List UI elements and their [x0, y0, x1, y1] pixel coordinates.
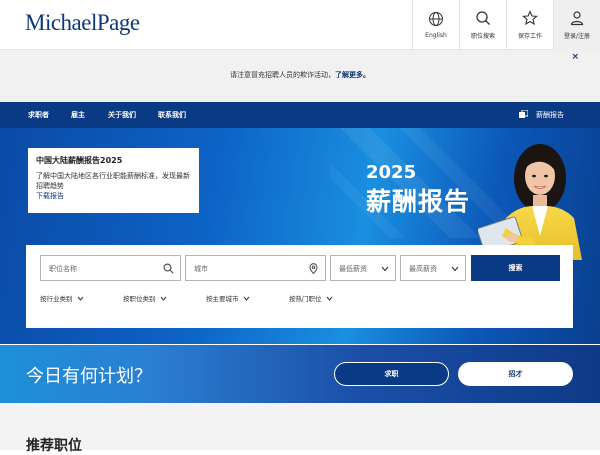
filter-by-industry-label: 按行业类别 [40, 295, 73, 303]
nav-item-contact-us[interactable]: 联系我们 [158, 110, 186, 120]
min-salary-select[interactable]: 最低薪资 [330, 255, 396, 281]
find-job-button[interactable]: 求职 [334, 362, 449, 386]
nav-item-about-us[interactable]: 关于我们 [108, 110, 136, 120]
city-placeholder: 城市 [194, 265, 208, 273]
login-register-label: 登录/注册 [563, 33, 591, 40]
globe-icon [429, 12, 443, 26]
job-search-button[interactable]: 职位搜索 [459, 0, 506, 50]
nav-item-job-seekers[interactable]: 求职者 [28, 110, 49, 120]
fraud-notice-banner: 请注意冒充招聘人员的欺诈活动，了解更多。 [0, 50, 600, 102]
logo-text-michael: Michael [25, 10, 97, 35]
star-icon [522, 10, 538, 26]
location-pin-icon [309, 263, 318, 274]
language-label: English [425, 32, 447, 39]
logo-text-page: Page [96, 10, 140, 35]
filter-by-city-label: 按主要城市 [206, 295, 239, 303]
hero-year: 2025 [366, 162, 417, 183]
hero-title: 薪酬报告 [366, 187, 471, 216]
notice-text: 请注意冒充招聘人员的欺诈活动，了解更多。 [0, 70, 600, 80]
chevron-down-icon [160, 296, 166, 301]
filter-by-function-label: 按职位类别 [123, 295, 156, 303]
download-report-link[interactable]: 下载报告 [36, 191, 191, 201]
saved-jobs-label: 保存工作 [517, 33, 542, 40]
michael-page-logo[interactable]: MichaelPage [25, 10, 140, 36]
max-salary-select[interactable]: 最高薪资 [400, 255, 466, 281]
businesswoman-image [478, 144, 582, 260]
max-salary-label: 最高薪资 [409, 265, 437, 273]
filter-by-city[interactable]: 按主要城市 [206, 293, 250, 303]
chevron-down-icon [451, 266, 459, 272]
search-icon [163, 263, 174, 274]
hero-banner: 中国大陆薪酬报告2025 了解中国大陆地区各行业职能薪酬标准，发现最新招聘趋势 … [0, 128, 600, 344]
salary-report-card-title: 中国大陆薪酬报告2025 [36, 156, 123, 165]
plans-banner: 今日有何计划？ 求职 招才 [0, 345, 600, 403]
chevron-down-icon [381, 266, 389, 272]
chevron-down-icon [243, 296, 249, 301]
job-title-placeholder: 职位名称 [49, 265, 77, 273]
search-icon [476, 11, 490, 25]
filter-by-function[interactable]: 按职位类别 [123, 293, 167, 303]
language-button[interactable]: English [412, 0, 459, 50]
nav-item-employers[interactable]: 雇主 [71, 110, 85, 120]
job-title-input[interactable]: 职位名称 [40, 255, 181, 281]
recommended-jobs-section: 推荐职位 [0, 403, 600, 454]
filter-by-popular-job-label: 按热门职位 [289, 295, 322, 303]
chevron-down-icon [77, 296, 83, 301]
filter-by-industry[interactable]: 按行业类别 [40, 293, 84, 303]
job-search-label: 职位搜索 [470, 33, 495, 40]
hire-talent-button[interactable]: 招才 [458, 362, 573, 386]
chevron-down-icon [326, 296, 332, 301]
city-input[interactable]: 城市 [185, 255, 326, 281]
salary-report-card-description: 了解中国大陆地区各行业职能薪酬标准，发现最新招聘趋势 [36, 172, 190, 190]
search-button[interactable]: 搜索 [471, 255, 560, 281]
salary-report-link[interactable]: 薪酬报告 [536, 110, 564, 120]
plans-title: 今日有何计划？ [26, 366, 152, 387]
main-nav: 求职者 雇主 关于我们 联系我们 薪酬报告 [0, 102, 600, 128]
job-search-panel: 职位名称 城市 最低薪资 最高薪资 搜索 按行业类别 按职位类别 按主要城市 按… [26, 245, 573, 328]
saved-jobs-button[interactable]: 保存工作 [506, 0, 553, 50]
filter-by-popular-job[interactable]: 按热门职位 [289, 293, 333, 303]
header-nav: English 职位搜索 保存工作 登录/注册 [412, 0, 600, 50]
report-icon [519, 110, 528, 118]
user-icon [570, 11, 584, 26]
learn-more-link[interactable]: 了解更多。 [335, 71, 370, 79]
notice-message: 请注意冒充招聘人员的欺诈活动， [230, 71, 335, 79]
site-header: MichaelPage English 职位搜索 保存工作 登录/注册 [0, 0, 600, 50]
min-salary-label: 最低薪资 [339, 265, 367, 273]
recommended-jobs-title: 推荐职位 [26, 438, 82, 454]
salary-report-card[interactable]: 中国大陆薪酬报告2025 了解中国大陆地区各行业职能薪酬标准，发现最新招聘趋势 … [28, 148, 199, 213]
close-notice-icon[interactable]: × [571, 52, 579, 62]
login-register-button[interactable]: 登录/注册 [553, 0, 600, 50]
